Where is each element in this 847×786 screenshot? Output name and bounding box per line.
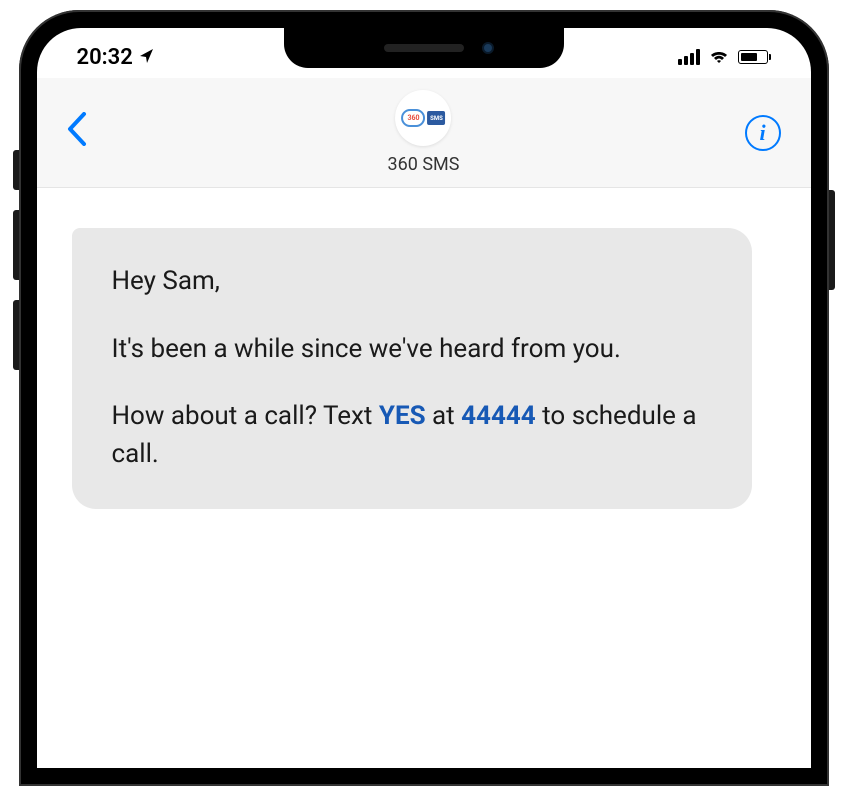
volume-down-button xyxy=(13,300,19,370)
message-greeting: Hey Sam, xyxy=(112,263,712,301)
phone-screen: 20:32 xyxy=(37,28,811,768)
messages-area[interactable]: Hey Sam, It's been a while since we've h… xyxy=(37,188,811,549)
status-bar-left: 20:32 xyxy=(77,45,155,70)
conversation-header: 360 SMS 360 SMS i xyxy=(37,78,811,188)
contact-avatar: 360 SMS xyxy=(396,90,452,146)
status-time: 20:32 xyxy=(77,45,133,70)
info-button[interactable]: i xyxy=(745,115,781,151)
contact-name-label: 360 SMS xyxy=(388,154,460,175)
message-body-2: How about a call? Text YES at 44444 to s… xyxy=(112,401,697,469)
message-text: Hey Sam, It's been a while since we've h… xyxy=(112,263,712,474)
left-side-buttons xyxy=(13,150,19,390)
phone-device-frame: 20:32 xyxy=(19,10,829,786)
incoming-message-bubble[interactable]: Hey Sam, It's been a while since we've h… xyxy=(72,228,752,509)
phone-inner-frame: 20:32 xyxy=(29,20,819,776)
notch-speaker xyxy=(384,44,464,52)
back-button[interactable] xyxy=(67,109,107,156)
right-side-buttons xyxy=(829,190,835,290)
wifi-icon xyxy=(708,49,730,65)
message-keyword-yes: YES xyxy=(379,401,426,431)
battery-icon xyxy=(738,50,771,64)
message-body-1: It's been a while since we've heard from… xyxy=(112,331,712,369)
message-shortcode: 44444 xyxy=(461,401,536,431)
avatar-logo-icon: 360 SMS xyxy=(402,109,446,127)
cellular-signal-icon xyxy=(678,49,700,65)
phone-notch xyxy=(284,28,564,68)
volume-up-button xyxy=(13,210,19,280)
location-icon xyxy=(139,45,155,70)
power-button xyxy=(829,190,835,290)
status-bar-right xyxy=(678,49,771,65)
silence-switch xyxy=(13,150,19,190)
notch-camera xyxy=(482,42,494,54)
contact-info[interactable]: 360 SMS 360 SMS xyxy=(388,90,460,175)
